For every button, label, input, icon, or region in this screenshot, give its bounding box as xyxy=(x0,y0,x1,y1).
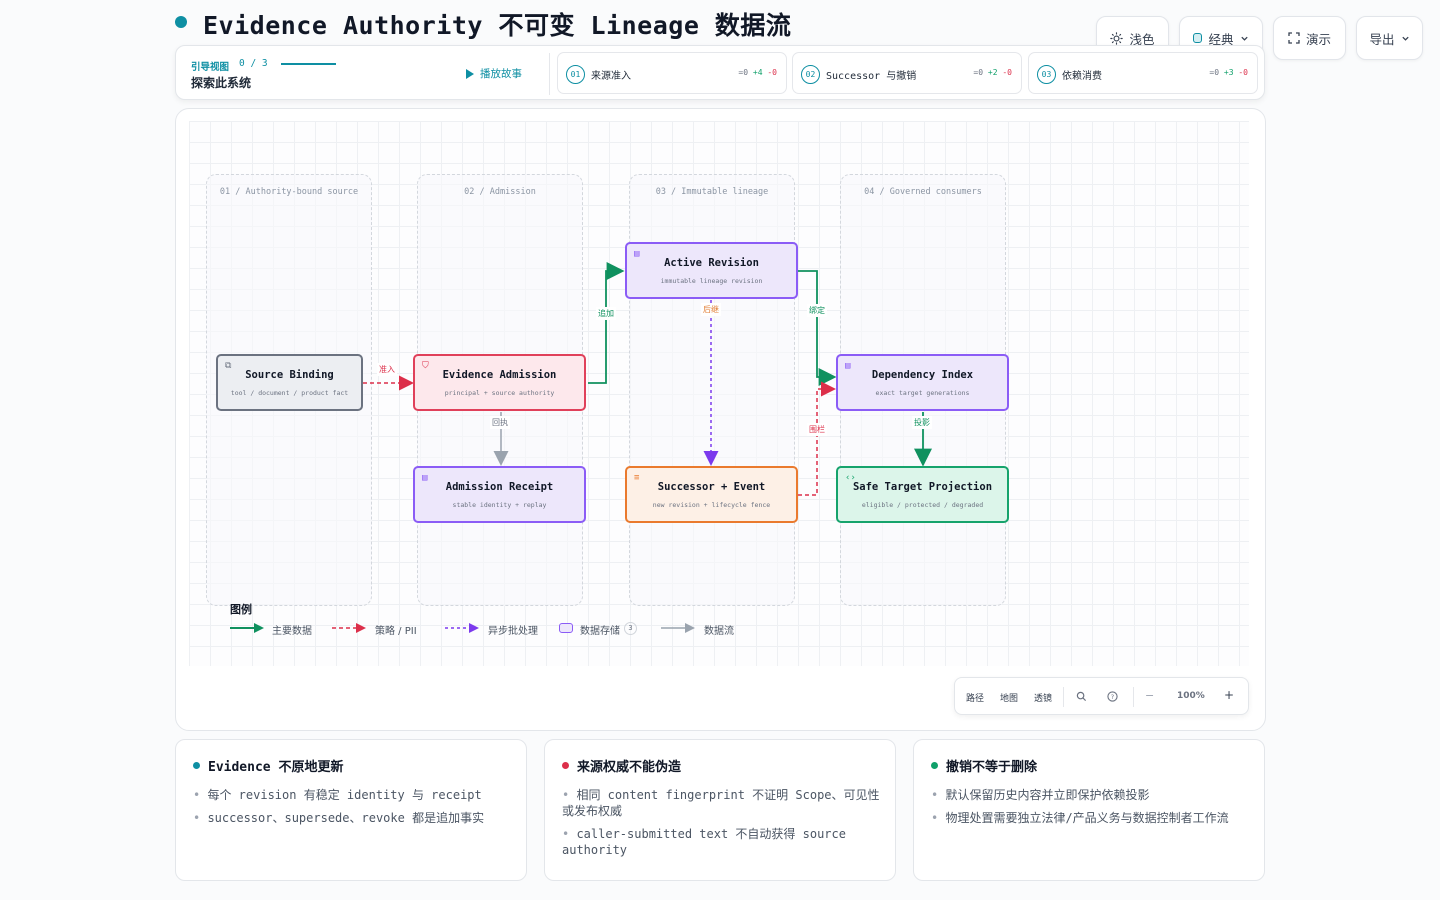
edge-bind xyxy=(798,270,837,386)
diagram-canvas[interactable]: 01 / Authority-bound source 02 / Admissi… xyxy=(175,108,1266,731)
guide-step-3[interactable]: 03 依赖消费 =0 +3 -0 xyxy=(1028,52,1258,94)
card-list: 每个 revision 有稳定 identity 与 receipt succe… xyxy=(193,787,515,833)
title-dot xyxy=(175,16,187,28)
step-number: 03 xyxy=(1037,65,1056,84)
step-number: 01 xyxy=(566,65,585,84)
guide-subtitle: 探索此系统 xyxy=(191,76,252,90)
node-evidence-admission[interactable]: ⛉ Evidence Admission principal + source … xyxy=(413,354,586,411)
step-delta: =0 +3 -0 xyxy=(1209,68,1248,77)
lens-button[interactable]: 透镜 xyxy=(1034,691,1052,704)
present-label: 演示 xyxy=(1305,31,1331,47)
edge-label-project: 投影 xyxy=(912,416,932,429)
card-title: 撤销不等于删除 xyxy=(946,760,1038,775)
node-successor-event[interactable]: ≡ Successor + Event new revision + lifec… xyxy=(625,466,798,523)
guide-step-2[interactable]: 02 Successor 与撤销 =0 +2 -0 xyxy=(792,52,1022,94)
edge-append xyxy=(588,262,625,384)
card-item: 物理处置需要独立法律/产品义务与数据控制者工作流 xyxy=(931,810,1253,826)
canvas-grid: 01 / Authority-bound source 02 / Admissi… xyxy=(189,121,1249,666)
node-admission-receipt[interactable]: ▤ Admission Receipt stable identity + re… xyxy=(413,466,586,523)
export-label: 导出 xyxy=(1369,31,1395,47)
legend-store-count: 3 xyxy=(624,622,637,635)
card-dot xyxy=(193,762,200,769)
legend-primary: 主要数据 xyxy=(272,626,312,637)
node-dependency-index[interactable]: ▤ Dependency Index exact target generati… xyxy=(836,354,1009,411)
step-delta: =0 +2 -0 xyxy=(973,68,1012,77)
node-active-revision[interactable]: ▤ Active Revision immutable lineage revi… xyxy=(625,242,798,299)
step-label: Successor 与撤销 xyxy=(826,71,917,82)
legend-async-swatch xyxy=(445,623,479,633)
info-card-3: 撤销不等于删除 默认保留历史内容并立即保护依赖投影 物理处置需要独立法律/产品义… xyxy=(913,739,1265,881)
legend-policy: 策略 / PII xyxy=(375,626,417,637)
guide-divider xyxy=(549,53,550,95)
ctrl-divider xyxy=(1133,687,1134,707)
card-dot xyxy=(562,762,569,769)
legend-async: 异步批处理 xyxy=(488,626,538,637)
card-item: 每个 revision 有稳定 identity 与 receipt xyxy=(193,787,515,803)
guide-progress xyxy=(281,63,336,65)
node-source-binding[interactable]: ⧉ Source Binding tool / document / produ… xyxy=(216,354,363,411)
help-icon[interactable]: ? xyxy=(1107,691,1118,702)
search-icon[interactable] xyxy=(1076,691,1087,702)
edge-label-fence: 围栏 xyxy=(807,423,827,436)
edge-label-receipt: 回执 xyxy=(490,416,510,429)
card-title: Evidence 不原地更新 xyxy=(208,760,344,775)
legend-title: 图例 xyxy=(230,603,252,616)
legend-policy-swatch xyxy=(332,623,366,633)
ctrl-divider xyxy=(1063,687,1064,707)
legend-store-swatch xyxy=(559,623,573,633)
card-item: 相同 content fingerprint 不证明 Scope、可见性或发布权… xyxy=(562,787,884,819)
edge-label-bind: 绑定 xyxy=(807,304,827,317)
edge-label-append: 追加 xyxy=(596,307,616,320)
legend-flow-swatch xyxy=(661,623,695,633)
step-label: 依赖消费 xyxy=(1062,71,1102,82)
legend-store: 数据存储 xyxy=(580,626,620,637)
step-label: 来源准入 xyxy=(591,71,631,82)
fullscreen-icon xyxy=(1288,32,1300,44)
step-delta: =0 +4 -0 xyxy=(738,68,777,77)
card-dot xyxy=(931,762,938,769)
edge-label-admit: 准入 xyxy=(377,363,397,376)
path-button[interactable]: 路径 xyxy=(966,691,984,704)
step-number: 02 xyxy=(801,65,820,84)
info-card-2: 来源权威不能伪造 相同 content fingerprint 不证明 Scop… xyxy=(544,739,896,881)
card-list: 相同 content fingerprint 不证明 Scope、可见性或发布权… xyxy=(562,787,884,865)
present-button[interactable]: 演示 xyxy=(1273,16,1346,60)
node-safe-target-projection[interactable]: ‹› Safe Target Projection eligible / pro… xyxy=(836,466,1009,523)
map-button[interactable]: 地图 xyxy=(1000,691,1018,704)
play-icon xyxy=(466,68,474,79)
sun-icon xyxy=(1110,31,1124,45)
svg-text:?: ? xyxy=(1111,693,1114,701)
edge-fence xyxy=(798,381,836,496)
style-swatch-icon xyxy=(1193,33,1203,43)
legend-primary-swatch xyxy=(230,623,264,633)
card-item: successor、supersede、revoke 都是追加事实 xyxy=(193,810,515,826)
chevron-down-icon xyxy=(1401,36,1409,41)
legend-flow: 数据流 xyxy=(704,626,734,637)
guide-label: 引导视图 xyxy=(191,62,230,73)
info-card-1: Evidence 不原地更新 每个 revision 有稳定 identity … xyxy=(175,739,527,881)
play-story-button[interactable]: 播放故事 xyxy=(466,66,522,81)
card-item: caller-submitted text 不自动获得 source autho… xyxy=(562,826,884,858)
card-title: 来源权威不能伪造 xyxy=(577,760,682,775)
canvas-controls: 路径 地图 透镜 ? − 100% + xyxy=(954,677,1249,715)
card-list: 默认保留历史内容并立即保护依赖投影 物理处置需要独立法律/产品义务与数据控制者工… xyxy=(931,787,1253,833)
guide-count: 0 / 3 xyxy=(239,58,268,69)
zoom-out-button[interactable]: − xyxy=(1145,689,1154,702)
page-title: Evidence Authority 不可变 Lineage 数据流 xyxy=(203,11,792,40)
guide-bar: 引导视图 0 / 3 探索此系统 播放故事 01 来源准入 =0 +4 -0 0… xyxy=(175,45,1265,100)
play-label: 播放故事 xyxy=(480,68,522,80)
edge-label-successor: 后继 xyxy=(701,303,721,316)
export-dropdown[interactable]: 导出 xyxy=(1356,16,1423,60)
chevron-down-icon xyxy=(1240,36,1248,41)
zoom-in-button[interactable]: + xyxy=(1224,688,1234,702)
card-item: 默认保留历史内容并立即保护依赖投影 xyxy=(931,787,1253,803)
guide-step-1[interactable]: 01 来源准入 =0 +4 -0 xyxy=(557,52,787,94)
zoom-level: 100% xyxy=(1177,691,1205,701)
